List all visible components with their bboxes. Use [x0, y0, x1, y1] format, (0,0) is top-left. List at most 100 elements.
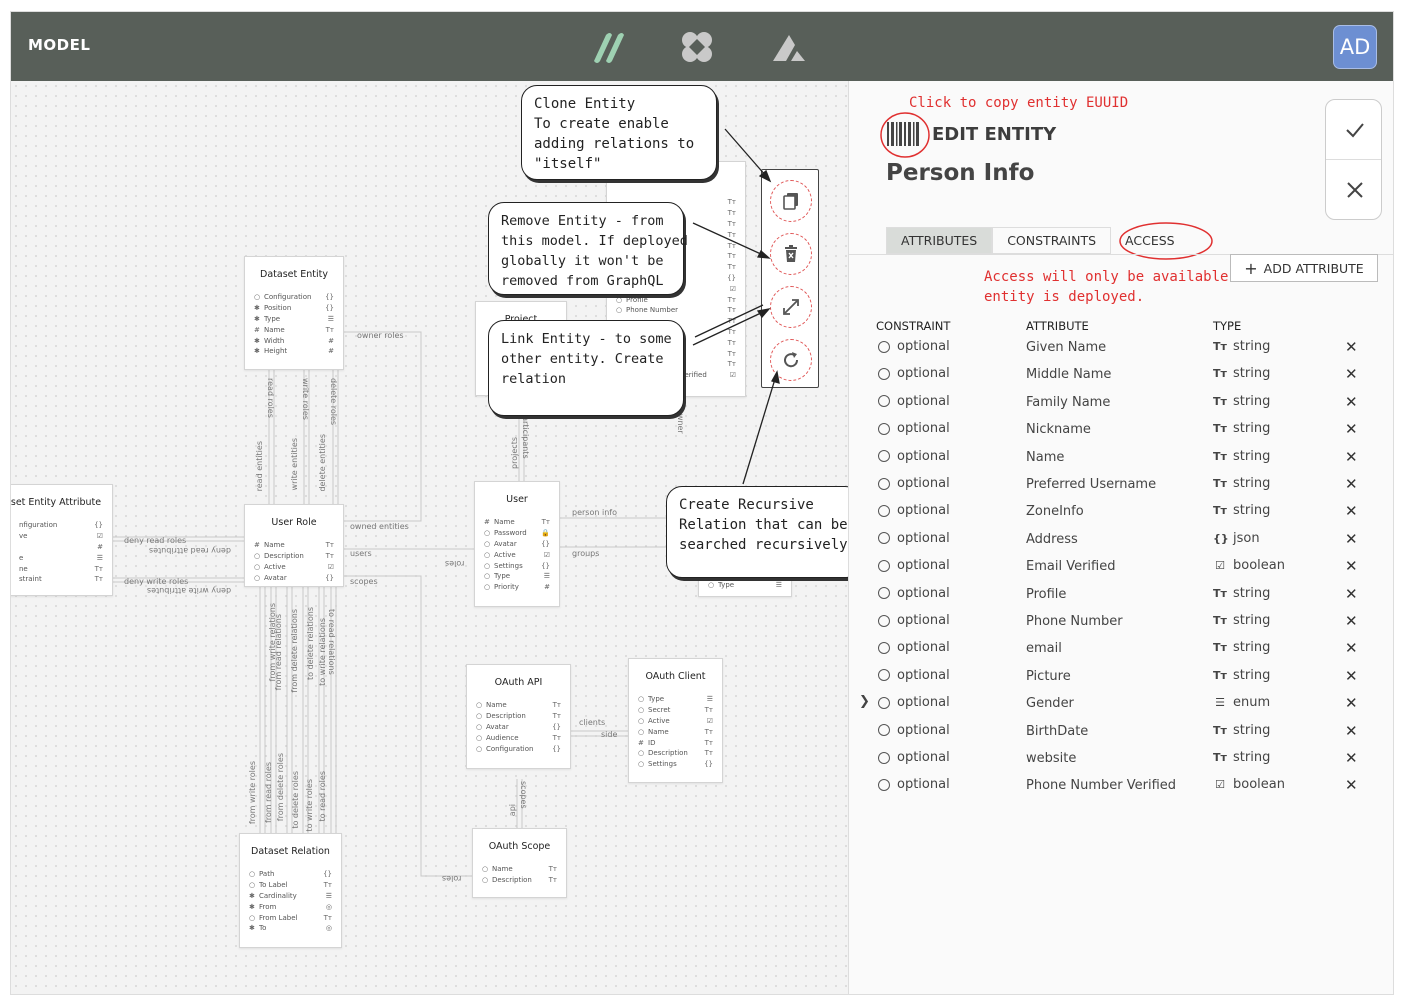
constraint-cell[interactable]: optional: [878, 586, 950, 601]
optional-circle-icon[interactable]: [878, 641, 890, 654]
constraint-cell[interactable]: optional: [878, 503, 950, 518]
delete-attribute-icon[interactable]: ✕: [1345, 667, 1358, 685]
optional-circle-icon[interactable]: [878, 477, 890, 490]
cancel-button[interactable]: [1326, 160, 1381, 219]
type-cell[interactable]: Tт string: [1213, 366, 1270, 381]
attribute-row[interactable]: optional website Tт string ✕: [849, 745, 1393, 772]
chevron-right-icon[interactable]: ❯: [859, 694, 870, 709]
attribute-name[interactable]: ZoneInfo: [1026, 504, 1176, 519]
attribute-row[interactable]: ❯ optional Gender ☰ enum ✕: [849, 690, 1393, 717]
delete-attribute-icon[interactable]: ✕: [1345, 749, 1358, 767]
attribute-name[interactable]: Email Verified: [1026, 559, 1176, 574]
attribute-row[interactable]: optional Phone Number Tт string ✕: [849, 608, 1393, 635]
optional-circle-icon[interactable]: [878, 669, 890, 682]
tab-attributes[interactable]: ATTRIBUTES: [886, 227, 993, 254]
delete-attribute-icon[interactable]: ✕: [1345, 502, 1358, 520]
delete-attribute-icon[interactable]: ✕: [1345, 612, 1358, 630]
type-cell[interactable]: Tт string: [1213, 750, 1270, 765]
attribute-name[interactable]: Picture: [1026, 669, 1176, 684]
attribute-name[interactable]: Phone Number: [1026, 614, 1176, 629]
type-cell[interactable]: Tт string: [1213, 503, 1270, 518]
type-cell[interactable]: Tт string: [1213, 723, 1270, 738]
constraint-cell[interactable]: optional: [878, 449, 950, 464]
attribute-row[interactable]: optional Picture Tт string ✕: [849, 663, 1393, 690]
optional-circle-icon[interactable]: [878, 532, 890, 545]
delete-attribute-icon[interactable]: ✕: [1345, 420, 1358, 438]
attribute-row[interactable]: optional Name Tт string ✕: [849, 444, 1393, 471]
delete-attribute-icon[interactable]: ✕: [1345, 365, 1358, 383]
constraint-cell[interactable]: optional: [878, 394, 950, 409]
constraint-cell[interactable]: optional: [878, 668, 950, 683]
constraint-cell[interactable]: optional: [878, 421, 950, 436]
constraint-cell[interactable]: optional: [878, 558, 950, 573]
attribute-row[interactable]: optional Preferred Username Tт string ✕: [849, 471, 1393, 498]
delete-attribute-icon[interactable]: ✕: [1345, 585, 1358, 603]
optional-circle-icon[interactable]: [878, 450, 890, 463]
type-cell[interactable]: ☑ boolean: [1213, 777, 1285, 792]
attribute-row[interactable]: optional Email Verified ☑ boolean ✕: [849, 553, 1393, 580]
constraint-cell[interactable]: optional: [878, 777, 950, 792]
type-cell[interactable]: Tт string: [1213, 640, 1270, 655]
attribute-name[interactable]: Name: [1026, 450, 1176, 465]
delete-attribute-icon[interactable]: ✕: [1345, 557, 1358, 575]
delete-attribute-icon[interactable]: ✕: [1345, 694, 1358, 712]
attribute-row[interactable]: optional Middle Name Tт string ✕: [849, 361, 1393, 388]
type-cell[interactable]: Tт string: [1213, 586, 1270, 601]
attribute-name[interactable]: email: [1026, 641, 1176, 656]
constraint-cell[interactable]: optional: [878, 366, 950, 381]
optional-circle-icon[interactable]: [878, 559, 890, 572]
attribute-name[interactable]: Profile: [1026, 587, 1176, 602]
constraint-cell[interactable]: optional: [878, 339, 950, 354]
constraint-cell[interactable]: optional: [878, 613, 950, 628]
delete-attribute-icon[interactable]: ✕: [1345, 393, 1358, 411]
confirm-button[interactable]: [1326, 100, 1381, 160]
attribute-row[interactable]: optional Phone Number Verified ☑ boolean ✕: [849, 772, 1393, 799]
type-cell[interactable]: Tт string: [1213, 339, 1270, 354]
optional-circle-icon[interactable]: [878, 587, 890, 600]
delete-attribute-icon[interactable]: ✕: [1345, 639, 1358, 657]
type-cell[interactable]: {} json: [1213, 531, 1260, 546]
model-canvas[interactable]: owner roles read roles write roles delet…: [11, 81, 848, 994]
clover-logo-icon[interactable]: [677, 27, 717, 67]
attribute-row[interactable]: optional Nickname Tт string ✕: [849, 416, 1393, 443]
attribute-row[interactable]: optional email Tт string ✕: [849, 635, 1393, 662]
delete-attribute-icon[interactable]: ✕: [1345, 475, 1358, 493]
barcode-icon[interactable]: [884, 120, 924, 148]
attribute-name[interactable]: Preferred Username: [1026, 477, 1176, 492]
delete-attribute-icon[interactable]: ✕: [1345, 338, 1358, 356]
delete-attribute-icon[interactable]: ✕: [1345, 722, 1358, 740]
delete-attribute-icon[interactable]: ✕: [1345, 530, 1358, 548]
type-cell[interactable]: ☰ enum: [1213, 695, 1270, 710]
constraint-cell[interactable]: optional: [878, 640, 950, 655]
constraint-cell[interactable]: optional: [878, 476, 950, 491]
optional-circle-icon[interactable]: [878, 340, 890, 353]
avatar[interactable]: AD: [1333, 25, 1377, 69]
optional-circle-icon[interactable]: [878, 696, 890, 709]
delete-attribute-icon[interactable]: ✕: [1345, 448, 1358, 466]
attribute-row[interactable]: optional BirthDate Tт string ✕: [849, 718, 1393, 745]
attribute-row[interactable]: optional Family Name Tт string ✕: [849, 389, 1393, 416]
attribute-name[interactable]: BirthDate: [1026, 724, 1176, 739]
attribute-name[interactable]: Middle Name: [1026, 367, 1176, 382]
attribute-name[interactable]: Family Name: [1026, 395, 1176, 410]
attribute-name[interactable]: website: [1026, 751, 1176, 766]
add-attribute-button[interactable]: + ADD ATTRIBUTE: [1230, 254, 1378, 282]
triangle-logo-icon[interactable]: [769, 27, 809, 67]
attribute-row[interactable]: optional Profile Tт string ✕: [849, 581, 1393, 608]
type-cell[interactable]: Tт string: [1213, 476, 1270, 491]
attribute-name[interactable]: Given Name: [1026, 340, 1176, 355]
optional-circle-icon[interactable]: [878, 614, 890, 627]
optional-circle-icon[interactable]: [878, 422, 890, 435]
delete-attribute-icon[interactable]: ✕: [1345, 776, 1358, 794]
attribute-row[interactable]: optional ZoneInfo Tт string ✕: [849, 498, 1393, 525]
type-cell[interactable]: Tт string: [1213, 613, 1270, 628]
constraint-cell[interactable]: optional: [878, 750, 950, 765]
optional-circle-icon[interactable]: [878, 504, 890, 517]
type-cell[interactable]: Tт string: [1213, 449, 1270, 464]
optional-circle-icon[interactable]: [878, 724, 890, 737]
optional-circle-icon[interactable]: [878, 778, 890, 791]
constraint-cell[interactable]: optional: [878, 695, 950, 710]
optional-circle-icon[interactable]: [878, 395, 890, 408]
slashes-logo-icon[interactable]: [588, 27, 628, 67]
optional-circle-icon[interactable]: [878, 751, 890, 764]
